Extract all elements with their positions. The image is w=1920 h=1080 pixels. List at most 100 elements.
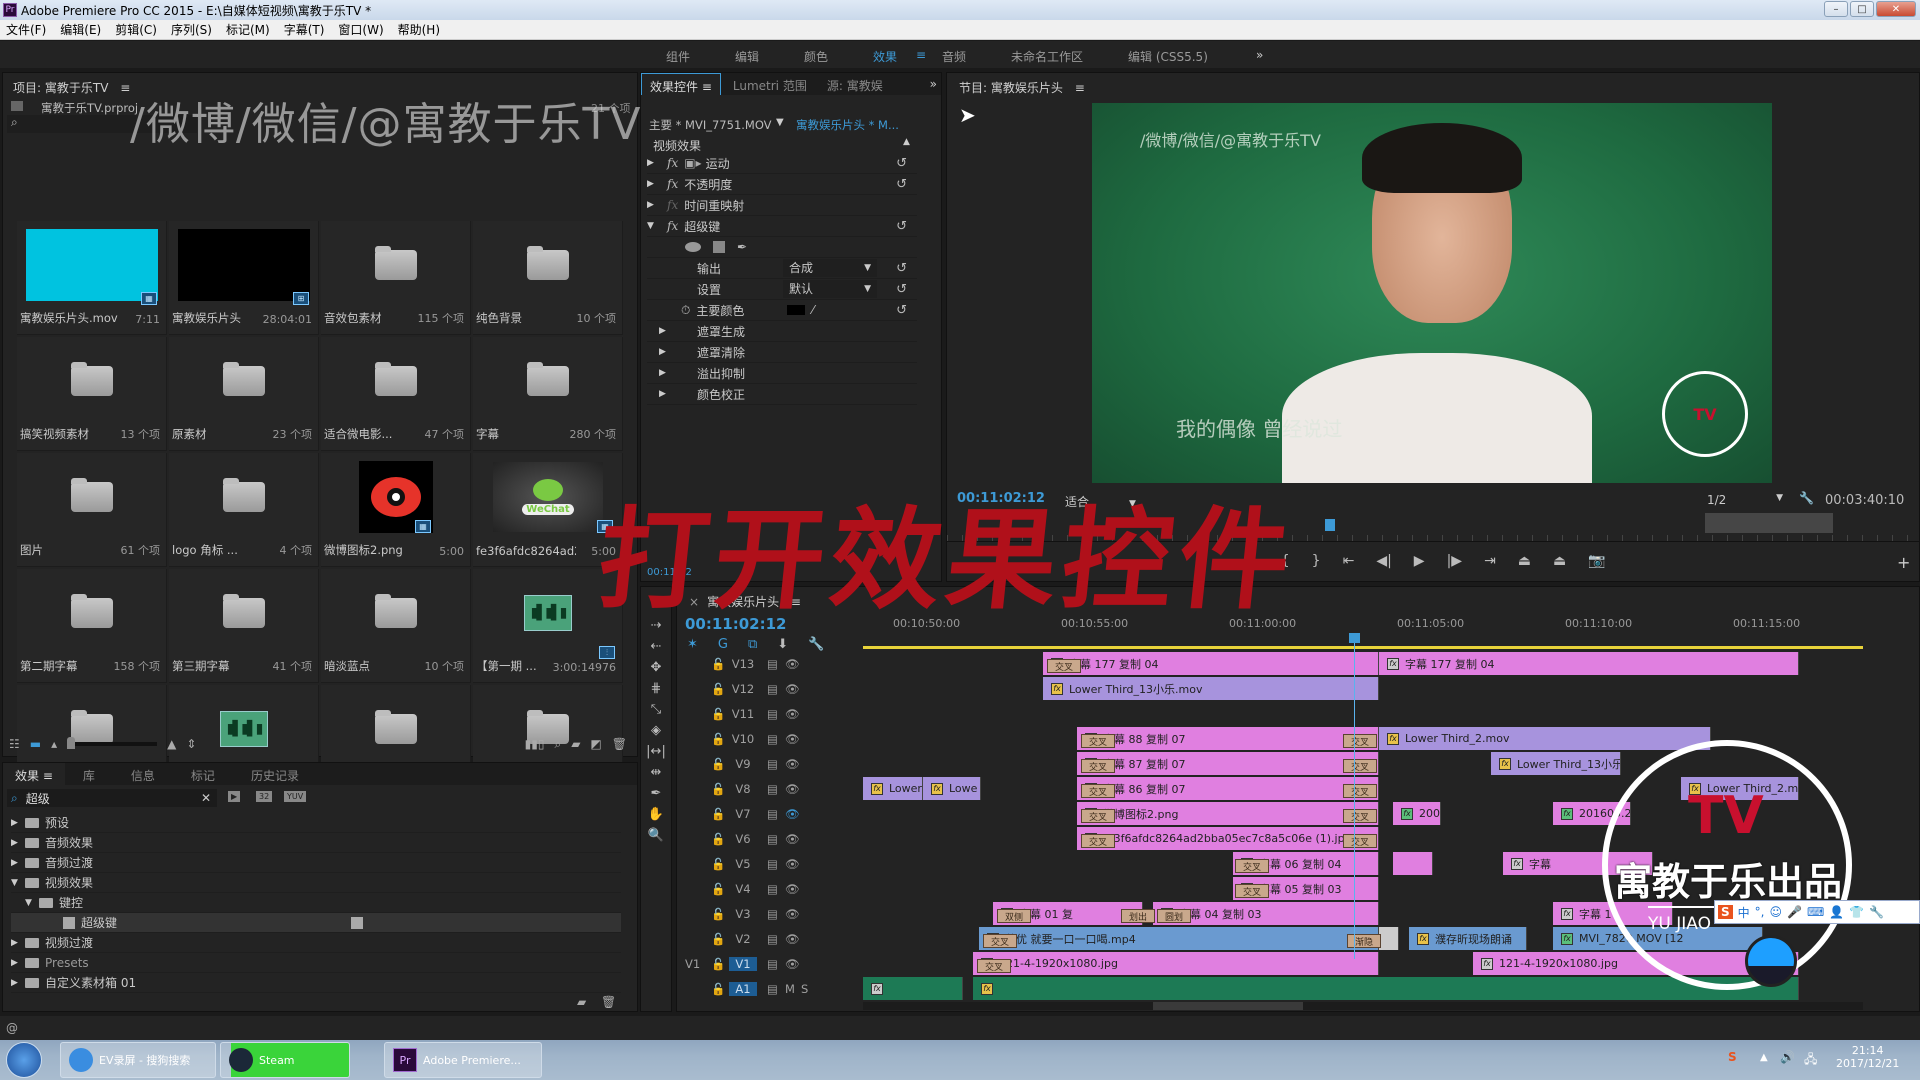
- timeline-settings-icon[interactable]: 🔧: [808, 637, 824, 652]
- reset-icon[interactable]: ↺: [896, 219, 907, 234]
- pen-mask-icon[interactable]: ✒: [737, 240, 747, 254]
- panel-menu-icon[interactable]: ≡: [1075, 81, 1085, 95]
- program-playhead[interactable]: [1325, 519, 1335, 531]
- eye-icon[interactable]: 👁: [785, 657, 800, 671]
- trash-icon[interactable]: 🗑: [612, 737, 627, 751]
- new-bin-icon[interactable]: ▰: [571, 737, 580, 751]
- tab-libraries[interactable]: 库: [65, 763, 113, 785]
- effects-search-input[interactable]: ⌕ 超级 ✕: [7, 789, 217, 807]
- reset-icon[interactable]: ↺: [896, 156, 907, 171]
- project-item[interactable]: ▦ 微博图标2.png 5:00: [321, 453, 471, 567]
- taskbar-steam[interactable]: Steam: [220, 1042, 350, 1078]
- tab-effects[interactable]: 效果 ≡: [3, 763, 65, 785]
- setting-dropdown[interactable]: 默认 ▼: [783, 280, 877, 298]
- effect-row-ultra-key[interactable]: ▼ fx 超级键 ↺: [647, 216, 917, 237]
- sync-lock-icon[interactable]: ▤: [767, 657, 778, 671]
- effects-tree-item[interactable]: ▶ 视频过渡: [11, 933, 621, 953]
- sync-lock-icon[interactable]: ▤: [767, 932, 778, 946]
- sogou-logo-icon[interactable]: S: [1718, 905, 1733, 919]
- timeline-clip[interactable]: fx葛优 就要一口一口喝.mp4: [979, 927, 1379, 950]
- eye-icon[interactable]: 👁: [785, 682, 800, 696]
- rolling-edit-icon[interactable]: ⋕: [651, 681, 662, 696]
- project-item[interactable]: 第二期字幕 158 个项: [17, 569, 167, 683]
- menu-marker[interactable]: 标记(M): [226, 21, 270, 38]
- project-item[interactable]: ▦ 寓教娱乐片头.mov 7:11: [17, 221, 167, 335]
- new-bin-icon[interactable]: ▰: [577, 995, 586, 1009]
- more-tabs-icon[interactable]: »: [926, 73, 941, 95]
- workspace-color[interactable]: 颜色: [804, 48, 828, 65]
- transition-cross[interactable]: 交叉: [1081, 734, 1115, 748]
- eye-icon[interactable]: 👁: [785, 882, 800, 896]
- timeline-clip[interactable]: fx Lower Third_13小乐.mov: [1043, 677, 1379, 700]
- taskbar-premiere[interactable]: Pr Adobe Premiere...: [384, 1042, 542, 1078]
- step-forward-button[interactable]: |▶: [1447, 553, 1462, 569]
- workspace-effects[interactable]: 效果: [873, 48, 897, 65]
- timeline-clip[interactable]: [1379, 927, 1399, 950]
- maximize-button[interactable]: □: [1850, 1, 1874, 17]
- timeline-playhead[interactable]: [1349, 633, 1360, 643]
- transition-cross[interactable]: 交叉: [1235, 859, 1269, 873]
- taskbar-ev-recorder[interactable]: EV录屏 - 搜狗搜索: [60, 1042, 216, 1078]
- zoom-out-icon[interactable]: ▴: [51, 737, 57, 751]
- timeline-clip[interactable]: fx Lower: [863, 777, 923, 800]
- reset-icon[interactable]: ↺: [896, 303, 907, 318]
- start-button[interactable]: [6, 1042, 42, 1078]
- workspace-untitled[interactable]: 未命名工作区: [1011, 48, 1083, 65]
- slide-icon[interactable]: ⇹: [651, 765, 662, 780]
- transition-cross[interactable]: 交叉: [1081, 834, 1115, 848]
- lock-icon[interactable]: 🔓: [711, 882, 725, 896]
- lock-icon[interactable]: 🔓: [711, 832, 725, 846]
- tray-sogou-icon[interactable]: S: [1728, 1050, 1737, 1064]
- menu-sequence[interactable]: 序列(S): [171, 21, 212, 38]
- track-name[interactable]: V6: [729, 832, 757, 846]
- nest-toggle-icon[interactable]: ✶: [687, 637, 698, 652]
- ime-voice-icon[interactable]: 🎤: [1787, 905, 1802, 919]
- tab-markers[interactable]: 标记: [173, 763, 233, 785]
- timeline-clip[interactable]: fx字幕 87 复制 07: [1077, 752, 1379, 775]
- transition-cross[interactable]: 交叉: [1081, 759, 1115, 773]
- track-name[interactable]: V9: [729, 757, 757, 771]
- sync-lock-icon[interactable]: ▤: [767, 757, 778, 771]
- lock-icon[interactable]: 🔓: [711, 657, 725, 671]
- timeline-clip[interactable]: fxfe3f6afdc8264ad2bba05ec7c8a5c06e (1).j…: [1077, 827, 1379, 850]
- transition-cross[interactable]: 交叉: [1343, 834, 1377, 848]
- lock-icon[interactable]: 🔓: [711, 957, 725, 971]
- sync-lock-icon[interactable]: ▤: [767, 907, 778, 921]
- lift-button[interactable]: ⏏: [1518, 553, 1531, 569]
- disclosure-closed-icon[interactable]: ▶: [11, 818, 21, 828]
- lock-icon[interactable]: 🔓: [711, 932, 725, 946]
- sync-lock-icon[interactable]: ▤: [767, 782, 778, 796]
- step-back-button[interactable]: ◀|: [1376, 553, 1391, 569]
- effect-row-opacity[interactable]: ▶ fx 不透明度 ↺: [647, 174, 917, 195]
- timeline-clip[interactable]: fx121-4-1920x1080.jpg: [973, 952, 1379, 975]
- rate-stretch-icon[interactable]: ⤡: [651, 702, 661, 717]
- timeline-clip[interactable]: fx字幕 177 复制 04: [1043, 652, 1379, 675]
- disclosure-closed-icon[interactable]: ▶: [11, 938, 21, 948]
- track-name[interactable]: V5: [729, 857, 757, 871]
- timeline-clip[interactable]: fx Lower Third_2.mov: [1379, 727, 1711, 750]
- transition-cross[interactable]: 交叉: [1235, 884, 1269, 898]
- menu-file[interactable]: 文件(F): [6, 21, 46, 38]
- eye-icon[interactable]: 👁: [785, 932, 800, 946]
- sync-lock-icon[interactable]: ▤: [767, 857, 778, 871]
- track-select-backward-icon[interactable]: ⇠: [651, 639, 662, 654]
- timeline-clip[interactable]: fx微博图标2.png: [1077, 802, 1379, 825]
- transition-cross[interactable]: 交叉: [983, 934, 1017, 948]
- transition-cross[interactable]: 交叉: [1047, 659, 1081, 673]
- subgroup-matte-generation[interactable]: ▶ 遮罩生成: [647, 321, 917, 342]
- effects-tree-item[interactable]: 超级键: [11, 913, 621, 933]
- effects-tree-item[interactable]: ▶ 自定义素材箱 01: [11, 973, 621, 993]
- lock-icon[interactable]: 🔓: [711, 757, 725, 771]
- sync-lock-icon[interactable]: ▤: [767, 832, 778, 846]
- new-item-icon[interactable]: ◩: [590, 737, 601, 751]
- sync-lock-icon[interactable]: ▤: [767, 732, 778, 746]
- ime-keyboard-icon[interactable]: ⌨: [1807, 905, 1824, 919]
- pen-tool-icon[interactable]: ✒: [651, 786, 662, 801]
- transition-cross[interactable]: 交叉: [977, 959, 1011, 973]
- project-item[interactable]: 原素材 23 个项: [169, 337, 319, 451]
- project-item[interactable]: 暗淡蓝点 10 个项: [321, 569, 471, 683]
- workspace-audio[interactable]: 音频: [942, 48, 966, 65]
- workspace-editing-cs55[interactable]: 编辑 (CSS5.5): [1128, 48, 1208, 65]
- effects-tree-item[interactable]: ▼ 视频效果: [11, 873, 621, 893]
- track-name[interactable]: V12: [729, 682, 757, 696]
